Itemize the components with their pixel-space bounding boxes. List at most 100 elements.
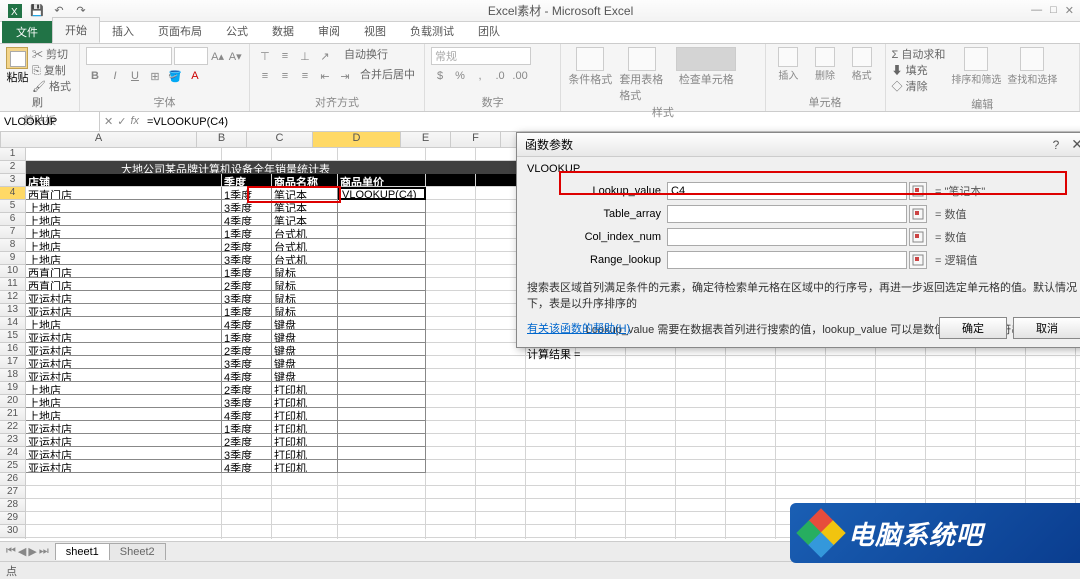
cell[interactable] bbox=[26, 512, 222, 525]
cell[interactable] bbox=[476, 369, 526, 382]
cell[interactable] bbox=[776, 369, 826, 382]
cell[interactable] bbox=[726, 486, 776, 499]
header-cell[interactable]: 商品单价 bbox=[338, 174, 426, 187]
range-select-icon[interactable] bbox=[909, 205, 927, 223]
cell[interactable] bbox=[726, 421, 776, 434]
close-icon[interactable]: ✕ bbox=[1065, 4, 1074, 17]
cell[interactable] bbox=[26, 538, 222, 539]
row-header[interactable]: 11 bbox=[0, 278, 26, 291]
tab-file[interactable]: 文件 bbox=[2, 21, 52, 43]
cell[interactable] bbox=[976, 486, 1026, 499]
cell[interactable] bbox=[776, 434, 826, 447]
fill-color-icon[interactable]: 🪣 bbox=[166, 67, 184, 85]
cell[interactable]: 台式机 bbox=[272, 239, 338, 252]
cell[interactable] bbox=[676, 525, 726, 538]
cell[interactable] bbox=[426, 278, 476, 291]
cell[interactable] bbox=[526, 486, 576, 499]
cell[interactable] bbox=[626, 512, 676, 525]
cell[interactable] bbox=[626, 382, 676, 395]
row-header[interactable]: 6 bbox=[0, 213, 26, 226]
currency-icon[interactable]: $ bbox=[431, 67, 449, 85]
cell[interactable]: 亚运村店 bbox=[26, 369, 222, 382]
cell[interactable] bbox=[476, 447, 526, 460]
autosum-button[interactable]: Σ 自动求和 bbox=[892, 47, 946, 63]
cell[interactable]: 键盘 bbox=[272, 369, 338, 382]
cell[interactable] bbox=[1026, 382, 1076, 395]
cell[interactable] bbox=[526, 421, 576, 434]
cell[interactable] bbox=[976, 460, 1026, 473]
cell[interactable] bbox=[676, 512, 726, 525]
cell[interactable] bbox=[876, 382, 926, 395]
cell[interactable] bbox=[976, 434, 1026, 447]
cell[interactable] bbox=[526, 525, 576, 538]
cell[interactable]: 打印机 bbox=[272, 408, 338, 421]
cell[interactable] bbox=[476, 525, 526, 538]
cell[interactable] bbox=[426, 343, 476, 356]
cell[interactable] bbox=[876, 434, 926, 447]
cell[interactable] bbox=[776, 447, 826, 460]
cell[interactable] bbox=[576, 499, 626, 512]
cell[interactable] bbox=[976, 421, 1026, 434]
row-header[interactable]: 22 bbox=[0, 421, 26, 434]
cell[interactable] bbox=[926, 447, 976, 460]
cell[interactable] bbox=[626, 434, 676, 447]
save-icon[interactable]: 💾 bbox=[28, 2, 46, 20]
cell[interactable] bbox=[272, 512, 338, 525]
tab-layout[interactable]: 页面布局 bbox=[146, 19, 214, 43]
cell[interactable]: 上地店 bbox=[26, 408, 222, 421]
cell[interactable] bbox=[726, 447, 776, 460]
cond-format-button[interactable]: 条件格式 bbox=[567, 47, 613, 103]
dec-dec-icon[interactable]: .00 bbox=[511, 67, 529, 85]
cell[interactable] bbox=[976, 382, 1026, 395]
row-header[interactable]: 28 bbox=[0, 499, 26, 512]
cell[interactable]: VLOOKUP(C4) bbox=[338, 187, 426, 200]
cell[interactable] bbox=[726, 434, 776, 447]
row-header[interactable]: 18 bbox=[0, 369, 26, 382]
paste-button[interactable]: 粘贴 bbox=[6, 47, 29, 111]
sort-button[interactable]: 排序和筛选 bbox=[951, 47, 1001, 95]
cell[interactable] bbox=[926, 486, 976, 499]
cell[interactable]: 上地店 bbox=[26, 382, 222, 395]
cell[interactable] bbox=[976, 395, 1026, 408]
cell[interactable] bbox=[338, 538, 426, 539]
cell[interactable] bbox=[1026, 369, 1076, 382]
cell[interactable]: 3季度 bbox=[222, 356, 272, 369]
cell[interactable] bbox=[676, 369, 726, 382]
cell[interactable] bbox=[222, 499, 272, 512]
cell[interactable] bbox=[1076, 460, 1080, 473]
row-header[interactable]: 26 bbox=[0, 473, 26, 486]
cancel-formula-icon[interactable]: ✕ bbox=[104, 115, 113, 128]
cell[interactable]: 1季度 bbox=[222, 330, 272, 343]
cell[interactable] bbox=[426, 148, 476, 161]
cell[interactable] bbox=[526, 369, 576, 382]
cell[interactable] bbox=[426, 499, 476, 512]
cell[interactable] bbox=[222, 538, 272, 539]
table-format-button[interactable]: 套用表格格式 bbox=[619, 47, 665, 103]
dialog-close-icon[interactable]: ✕ bbox=[1071, 136, 1080, 153]
cell[interactable] bbox=[876, 408, 926, 421]
cell[interactable] bbox=[526, 512, 576, 525]
cell[interactable] bbox=[426, 291, 476, 304]
font-combo[interactable] bbox=[86, 47, 172, 65]
cell[interactable]: 4季度 bbox=[222, 408, 272, 421]
sheet-tab-2[interactable]: Sheet2 bbox=[109, 543, 166, 560]
cell[interactable] bbox=[338, 382, 426, 395]
cell[interactable] bbox=[526, 408, 576, 421]
row-header[interactable]: 1 bbox=[0, 148, 26, 161]
cell[interactable] bbox=[338, 525, 426, 538]
col-header-B[interactable]: B bbox=[197, 132, 247, 147]
header-cell[interactable]: 店铺 bbox=[26, 174, 222, 187]
cell[interactable] bbox=[726, 499, 776, 512]
cell[interactable] bbox=[338, 278, 426, 291]
tab-data[interactable]: 数据 bbox=[260, 19, 306, 43]
cell[interactable] bbox=[476, 473, 526, 486]
cell[interactable] bbox=[826, 421, 876, 434]
cell[interactable]: 鼠标 bbox=[272, 265, 338, 278]
cell[interactable] bbox=[576, 382, 626, 395]
cell[interactable] bbox=[426, 512, 476, 525]
cell[interactable] bbox=[776, 382, 826, 395]
cell[interactable] bbox=[576, 369, 626, 382]
cell[interactable] bbox=[976, 369, 1026, 382]
cell[interactable]: 键盘 bbox=[272, 317, 338, 330]
copy-button[interactable]: ⎘ 复制 bbox=[32, 63, 73, 79]
